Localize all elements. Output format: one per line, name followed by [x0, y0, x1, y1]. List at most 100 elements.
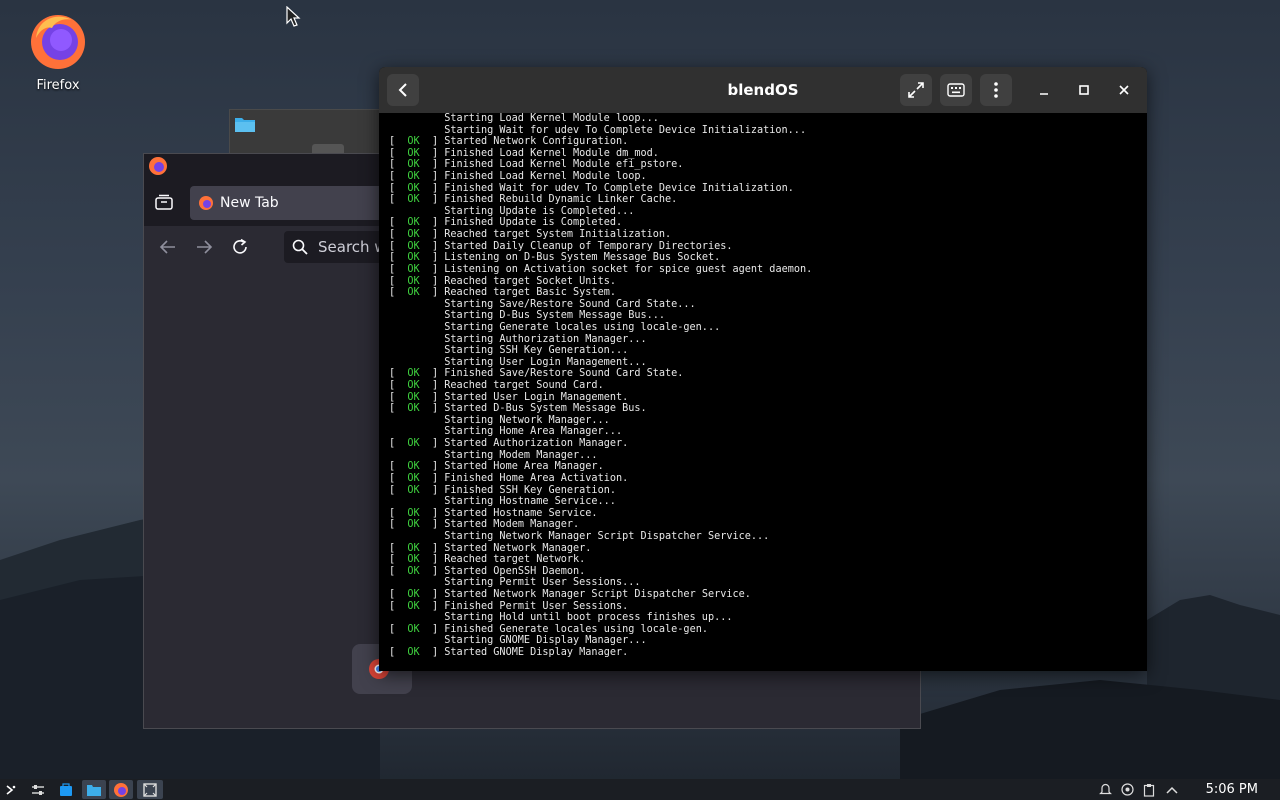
terminal-line-text: Starting Update is Completed...: [444, 205, 635, 217]
ok-status: OK: [407, 368, 420, 380]
ok-status: OK: [407, 287, 420, 299]
terminal-line-text: Finished Generate locales using locale-g…: [444, 623, 708, 635]
terminal-line: [ OK ] Finished Permit User Sessions.: [389, 600, 629, 612]
terminal-line-text: Starting Save/Restore Sound Card State..…: [444, 298, 696, 310]
terminal-line-text: Finished Update is Completed.: [444, 217, 623, 229]
terminal-line: [ OK ] Finished Load Kernel Module dm_mo…: [389, 147, 659, 159]
terminal-line-text: Starting Permit User Sessions...: [444, 577, 641, 589]
terminal-line-text: Starting D-Bus System Message Bus...: [444, 310, 666, 322]
terminal-line: [ OK ] Reached target Network.: [389, 554, 586, 566]
terminal-line: [ OK ] Started Authorization Manager.: [389, 438, 629, 450]
terminal-line-text: Started Network Manager.: [444, 542, 592, 554]
ok-status: OK: [407, 275, 420, 287]
terminal-window[interactable]: blendOS Starting Load Kernel Module loop…: [379, 67, 1147, 671]
keyboard-icon: [947, 83, 965, 97]
terminal-line-text: Reached target System Initialization.: [444, 229, 672, 241]
close-button[interactable]: [1108, 74, 1140, 106]
terminal-line-text: Finished Permit User Sessions.: [444, 600, 629, 612]
terminal-headerbar[interactable]: blendOS: [379, 67, 1147, 113]
ok-status: OK: [407, 542, 420, 554]
terminal-line-text: Started D-Bus System Message Bus.: [444, 403, 647, 415]
terminal-line: [ OK ] Finished Rebuild Dynamic Linker C…: [389, 194, 678, 206]
minimize-button[interactable]: [1028, 74, 1060, 106]
terminal-line-text: Finished Home Area Activation.: [444, 472, 629, 484]
firefox-icon: [31, 15, 85, 69]
terminal-line: Starting Wait for udev To Complete Devic…: [389, 125, 1147, 137]
terminal-line: [ OK ] Started Network Configuration.: [389, 136, 629, 148]
close-icon: [1119, 85, 1129, 95]
terminal-line: [ OK ] Started Home Area Manager.: [389, 461, 604, 473]
terminal-line-text: Finished Save/Restore Sound Card State.: [444, 368, 684, 380]
terminal-line: [ OK ] Started User Login Management.: [389, 391, 629, 403]
menu-button[interactable]: [980, 74, 1012, 106]
clipboard-icon: [1143, 783, 1155, 797]
ok-status: OK: [407, 252, 420, 264]
desktop-icon-firefox[interactable]: Firefox: [22, 8, 94, 93]
terminal-line-text: Starting Load Kernel Module loop...: [444, 113, 659, 124]
terminal-line-text: Finished Load Kernel Module dm_mod.: [444, 147, 659, 159]
terminal-line: [ OK ] Finished Update is Completed.: [389, 217, 623, 229]
tray-expand[interactable]: [1162, 780, 1182, 799]
terminal-line-text: Listening on D-Bus System Message Bus So…: [444, 252, 721, 264]
clock[interactable]: 5:06 PM: [1206, 779, 1258, 800]
ok-status: OK: [407, 588, 420, 600]
terminal-line: [ OK ] Finished Home Area Activation.: [389, 472, 629, 484]
terminal-line-text: Started Modem Manager.: [444, 519, 580, 531]
terminal-line: Starting Permit User Sessions...: [389, 577, 1147, 589]
terminal-line: [ OK ] Started GNOME Display Manager.: [389, 647, 629, 659]
terminal-line: Starting Modem Manager...: [389, 450, 1147, 462]
search-icon: [292, 239, 308, 255]
terminal-line: [ OK ] Finished Wait for udev To Complet…: [389, 182, 794, 194]
terminal-line-text: Starting SSH Key Generation...: [444, 345, 629, 357]
ok-status: OK: [407, 147, 420, 159]
terminal-line: [ OK ] Finished SSH Key Generation.: [389, 484, 616, 496]
terminal-line-text: Finished SSH Key Generation.: [444, 484, 616, 496]
terminal-line-text: Started Network Manager Script Dispatche…: [444, 588, 751, 600]
terminal-line-text: Starting GNOME Display Manager...: [444, 635, 647, 647]
terminal-line-text: Finished Rebuild Dynamic Linker Cache.: [444, 194, 678, 206]
taskbar: 5:06 PM: [0, 779, 1280, 800]
tray-clipboard[interactable]: [1140, 780, 1158, 799]
back-arrow-icon[interactable]: [159, 239, 177, 255]
ok-status: OK: [407, 461, 420, 473]
fullscreen-button[interactable]: [900, 74, 932, 106]
terminal-line: Starting Hostname Service...: [389, 496, 1147, 508]
pager-button[interactable]: [28, 780, 48, 799]
terminal-line: Starting Save/Restore Sound Card State..…: [389, 299, 1147, 311]
ok-status: OK: [407, 391, 420, 403]
forward-arrow-icon[interactable]: [195, 239, 213, 255]
tray-notifications[interactable]: [1096, 780, 1114, 799]
tab-label: New Tab: [220, 195, 279, 211]
terminal-line-text: Finished Load Kernel Module efi_pstore.: [444, 159, 684, 171]
mouse-cursor-icon: [286, 6, 301, 27]
window-icon: [143, 782, 157, 797]
terminal-line: Starting Network Manager Script Dispatch…: [389, 531, 1147, 543]
firefox-view-icon[interactable]: [155, 194, 173, 210]
terminal-output[interactable]: Starting Load Kernel Module loop... Star…: [379, 113, 1147, 671]
application-launcher[interactable]: [2, 780, 20, 799]
ok-status: OK: [407, 217, 420, 229]
ok-status: OK: [407, 380, 420, 392]
ok-status: OK: [407, 484, 420, 496]
ok-status: OK: [407, 136, 420, 148]
settings-sliders-icon: [32, 784, 44, 795]
terminal-line: [ OK ] Started Hostname Service.: [389, 507, 598, 519]
ok-status: OK: [407, 229, 420, 241]
terminal-line-text: Starting Authorization Manager...: [444, 333, 647, 345]
tray-network[interactable]: [1118, 780, 1136, 799]
terminal-line-text: Starting Home Area Manager...: [444, 426, 623, 438]
ok-status: OK: [407, 623, 420, 635]
terminal-line: [ OK ] Started OpenSSH Daemon.: [389, 565, 586, 577]
taskbar-firefox[interactable]: [109, 780, 133, 799]
ok-status: OK: [407, 403, 420, 415]
maximize-button[interactable]: [1068, 74, 1100, 106]
keyboard-button[interactable]: [940, 74, 972, 106]
taskbar-terminal[interactable]: [137, 780, 163, 799]
chevron-up-icon: [1166, 786, 1178, 794]
fullscreen-icon: [908, 82, 924, 98]
taskbar-file-manager[interactable]: [82, 780, 106, 799]
taskbar-store[interactable]: [56, 780, 76, 799]
reload-icon[interactable]: [231, 238, 249, 256]
terminal-line: [ OK ] Started Network Manager.: [389, 542, 592, 554]
terminal-line-text: Starting User Login Management...: [444, 356, 647, 368]
